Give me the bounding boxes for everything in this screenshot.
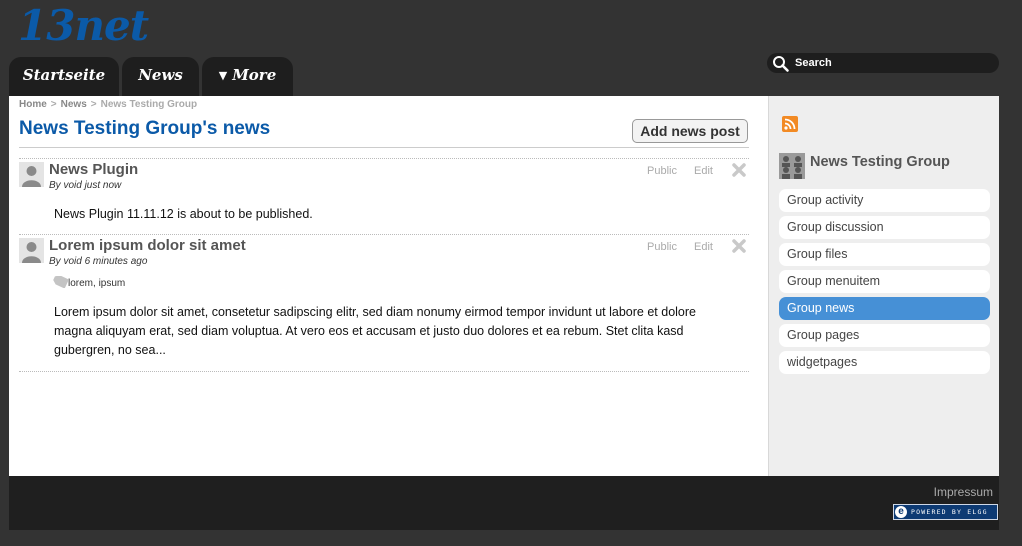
group-menu-item-news[interactable]: Group news: [779, 297, 990, 320]
post-byline: By void 6 minutes ago: [49, 256, 148, 267]
search-icon[interactable]: [772, 55, 790, 73]
search-input[interactable]: [795, 53, 990, 73]
group-menu-item-activity[interactable]: Group activity: [779, 189, 990, 212]
group-menu-item-files[interactable]: Group files: [779, 243, 990, 266]
tab-news[interactable]: News: [122, 57, 199, 96]
breadcrumb-separator: >: [50, 99, 57, 110]
tab-label: News: [138, 66, 183, 84]
page-title: News Testing Group's news: [19, 118, 271, 139]
tag-link[interactable]: ipsum: [99, 278, 126, 289]
add-news-post-button[interactable]: Add news post: [632, 119, 748, 143]
user-avatar-icon[interactable]: [19, 238, 44, 263]
group-menu-item-discussion[interactable]: Group discussion: [779, 216, 990, 239]
group-menu-item-widgetpages[interactable]: widgetpages: [779, 351, 990, 374]
main-content: Home > News > News Testing Group News Testin…: [9, 96, 768, 476]
access-level: Public: [647, 165, 677, 177]
post-body: News Plugin 11.11.12 is about to be publ…: [54, 207, 313, 221]
list-bottom-divider: [19, 371, 749, 372]
group-menu: Group activity Group discussion Group fi…: [779, 189, 990, 378]
user-avatar-icon[interactable]: [19, 162, 44, 187]
title-divider: [19, 147, 749, 148]
breadcrumb-home[interactable]: Home: [19, 99, 47, 110]
powered-by-elgg-badge[interactable]: e POWERED BY ELGG: [893, 504, 998, 520]
group-menu-item-menuitem[interactable]: Group menuitem: [779, 270, 990, 293]
post-title[interactable]: News Plugin: [49, 161, 138, 178]
edit-link[interactable]: Edit: [694, 165, 713, 177]
edit-link[interactable]: Edit: [694, 241, 713, 253]
breadcrumb-current: News Testing Group: [100, 99, 198, 110]
elgg-logo-icon: e: [895, 506, 907, 518]
post-title[interactable]: Lorem ipsum dolor sit amet: [49, 237, 246, 254]
breadcrumb-news[interactable]: News: [61, 99, 87, 110]
news-post: Lorem ipsum dolor sit amet By void 6 min…: [19, 234, 749, 372]
delete-icon[interactable]: [731, 238, 747, 254]
breadcrumb: Home > News > News Testing Group: [19, 99, 197, 110]
tag-separator: ,: [93, 278, 96, 289]
search-box: [767, 53, 999, 73]
group-icon[interactable]: [779, 153, 805, 179]
tag-icon: [53, 276, 68, 288]
tab-label: Startseite: [22, 66, 106, 84]
group-menu-item-pages[interactable]: Group pages: [779, 324, 990, 347]
post-byline: By void just now: [49, 180, 122, 191]
tag-link[interactable]: lorem: [68, 278, 93, 289]
powered-by-label: POWERED BY ELGG: [911, 508, 988, 516]
page-footer: Impressum e POWERED BY ELGG: [9, 476, 999, 530]
site-logo[interactable]: 13net: [18, 3, 149, 49]
delete-icon[interactable]: [731, 162, 747, 178]
tab-label: More: [232, 66, 277, 84]
dropdown-arrow-icon: ▼: [218, 69, 228, 82]
group-sidebar: News Testing Group Group activity Group …: [768, 96, 999, 476]
group-name[interactable]: News Testing Group: [810, 154, 950, 170]
tab-startseite[interactable]: Startseite: [9, 57, 119, 96]
impressum-link[interactable]: Impressum: [934, 485, 993, 499]
breadcrumb-separator: >: [90, 99, 97, 110]
rss-feed-icon[interactable]: [782, 116, 798, 132]
tab-more[interactable]: ▼ More: [202, 57, 293, 96]
news-post: News Plugin By void just now Public Edit…: [19, 158, 749, 235]
post-tags: lorem, ipsum: [52, 276, 125, 289]
post-body: Lorem ipsum dolor sit amet, consetetur s…: [54, 305, 696, 357]
access-level: Public: [647, 241, 677, 253]
